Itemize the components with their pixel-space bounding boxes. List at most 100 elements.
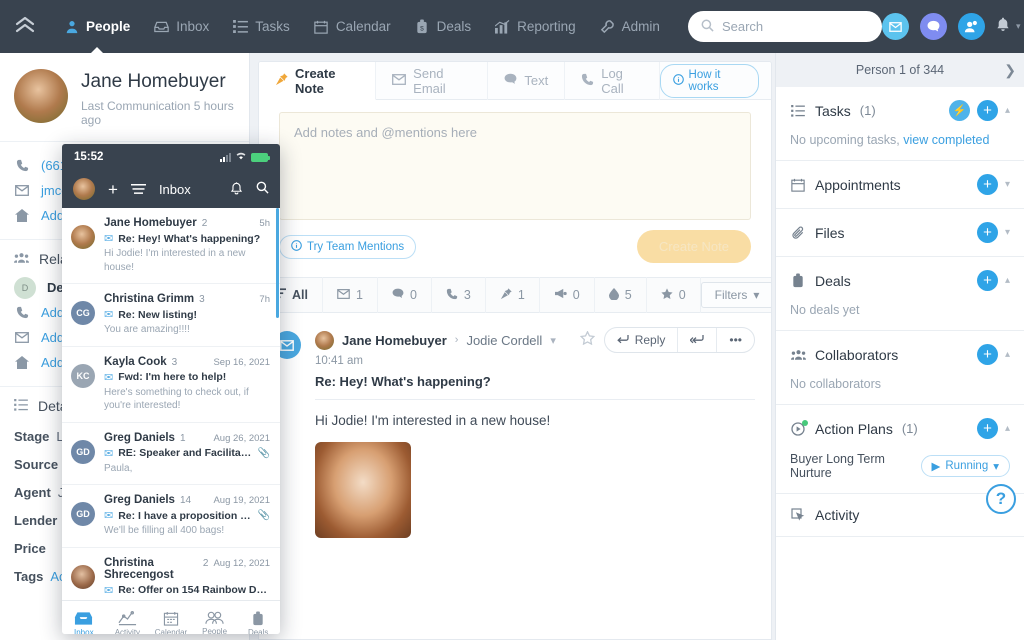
nav-item-people[interactable]: People (52, 0, 142, 53)
chevron-down-icon[interactable]: ▾ (1016, 21, 1021, 32)
scrollbar[interactable] (276, 208, 279, 318)
reply-all-button[interactable] (678, 328, 718, 352)
add-appointment-button[interactable]: + (976, 174, 998, 195)
phone-tab-deals[interactable]: Deals (236, 601, 280, 634)
nav-item-inbox[interactable]: Inbox (142, 0, 221, 53)
try-team-mentions-button[interactable]: Try Team Mentions (279, 234, 417, 259)
thread-count: 3 (199, 294, 205, 305)
search-icon[interactable] (256, 181, 269, 197)
nav-item-calendar[interactable]: Calendar (302, 0, 403, 53)
person-avatar[interactable] (14, 69, 68, 123)
activity-filter-bar: All 1 0 3 1 0 5 0 Filters ▾ (259, 277, 771, 313)
thread-count: 1 (179, 432, 186, 444)
nav-item-reporting[interactable]: Reporting (483, 0, 588, 53)
chevron-right-icon[interactable]: ❯ (1004, 62, 1016, 79)
contact-address[interactable]: Add (41, 208, 64, 223)
filter-starred[interactable]: 0 (647, 277, 701, 313)
thread-count: 3 (171, 356, 178, 368)
filters-button[interactable]: Filters ▾ (700, 282, 771, 308)
nav-label: Admin (621, 19, 660, 34)
avatar: GD (71, 502, 95, 526)
related-add-phone[interactable]: Add (41, 305, 64, 320)
avatar (71, 564, 95, 589)
tab-text[interactable]: Text (488, 62, 566, 100)
bell-icon[interactable] (996, 17, 1010, 36)
list-item[interactable]: GD Greg Daniels 1 Aug 26, 2021 ✉ RE: Spe… (62, 423, 280, 485)
drop-icon (608, 287, 619, 303)
phone-tab-calendar[interactable]: Calendar (149, 601, 193, 634)
add-action-plan-button[interactable]: + (976, 418, 998, 439)
phone-message-list[interactable]: Jane Homebuyer 2 5h ✉ Re: Hey! What's ha… (62, 208, 280, 600)
tab-log-call[interactable]: Log Call (565, 62, 660, 100)
add-file-button[interactable]: + (976, 222, 998, 243)
add-collaborator-button[interactable]: + (976, 344, 998, 365)
avatar: GD (71, 439, 95, 464)
filter-texts[interactable]: 0 (378, 277, 432, 313)
filter-emails[interactable]: 1 (323, 277, 378, 313)
related-add-email[interactable]: Add (41, 330, 64, 345)
chevrons-up-icon[interactable] (14, 15, 36, 39)
note-editor-wrap: Add notes and @mentions here (259, 100, 771, 220)
search-input[interactable]: Search (687, 11, 882, 42)
phone-tab-activity[interactable]: Activity (106, 601, 150, 634)
envelope-icon (392, 73, 407, 88)
tab-send-email[interactable]: Send Email (376, 62, 489, 100)
list-item[interactable]: Christina Shrecengost 2 Aug 12, 2021 ✉ R… (62, 548, 280, 601)
create-note-button[interactable]: Create Note (636, 230, 751, 263)
detail-label: Lender (14, 512, 58, 528)
section-appointments: Appointments + ▾ (776, 161, 1024, 209)
chat-button[interactable] (919, 13, 947, 40)
add-person-button[interactable] (957, 13, 985, 40)
bell-icon[interactable] (230, 181, 243, 198)
filter-lines-icon[interactable] (130, 182, 146, 197)
chevron-down-icon[interactable]: ▾ (1005, 227, 1010, 238)
automation-bolt-button[interactable]: ⚡ (948, 100, 970, 121)
phone-icon (581, 73, 594, 89)
add-task-button[interactable]: + (976, 100, 998, 121)
chevron-down-icon[interactable]: ▾ (550, 334, 556, 347)
email-button[interactable] (881, 13, 909, 40)
chevron-up-icon[interactable]: ▴ (1005, 349, 1010, 360)
help-button[interactable]: ? (986, 484, 1016, 514)
note-input[interactable]: Add notes and @mentions here (279, 112, 751, 220)
list-item[interactable]: GD Greg Daniels 14 Aug 19, 2021 ✉ Re: I … (62, 485, 280, 548)
list-item[interactable]: CG Christina Grimm 3 7h ✉ Re: New listin… (62, 284, 280, 347)
reply-label: Reply (634, 333, 666, 347)
plus-icon[interactable]: + (108, 181, 118, 198)
preview: Hi Jodie, Just reviewed the offer and se… (104, 599, 270, 601)
nav-item-admin[interactable]: Admin (588, 0, 672, 53)
section-buttons: + ▴ (976, 270, 1010, 291)
chevron-up-icon[interactable]: ▴ (1005, 423, 1010, 434)
nav-item-deals[interactable]: $ Deals (403, 0, 484, 53)
more-options-button[interactable]: ••• (717, 328, 754, 352)
chevron-up-icon[interactable]: ▴ (1005, 105, 1010, 116)
avatar[interactable] (73, 178, 95, 200)
related-add-address[interactable]: Add (41, 355, 64, 370)
list-item[interactable]: Jane Homebuyer 2 5h ✉ Re: Hey! What's ha… (62, 208, 280, 284)
tab-create-note[interactable]: Create Note (259, 62, 377, 100)
view-completed-link[interactable]: view completed (903, 133, 989, 147)
envelope-icon: ✉ (104, 309, 114, 321)
phone-tab-inbox[interactable]: Inbox (62, 601, 106, 634)
reply-button[interactable]: Reply (605, 328, 679, 352)
list-item-content: Christina Shrecengost 2 Aug 12, 2021 ✉ R… (104, 557, 270, 601)
filter-campaigns[interactable]: 0 (540, 277, 595, 313)
chevron-down-icon[interactable]: ▾ (1005, 179, 1010, 190)
how-it-works-button[interactable]: How it works (659, 63, 760, 98)
star-outline-icon[interactable] (579, 330, 596, 349)
filter-drips[interactable]: 5 (595, 277, 647, 313)
chevron-up-icon[interactable]: ▴ (1005, 275, 1010, 286)
people-icon (790, 349, 806, 361)
nav-item-tasks[interactable]: Tasks (221, 0, 302, 53)
reply-icon (616, 333, 629, 347)
message-header: Jane Homebuyer › Jodie Cordell ▾ Reply •… (315, 327, 755, 353)
sender-name: Christina Grimm (104, 293, 195, 305)
ellipsis-icon: ••• (729, 333, 742, 347)
phone-tab-people[interactable]: People (193, 601, 237, 634)
status-badge[interactable]: ▶ Running ▾ (920, 455, 1010, 477)
list-item[interactable]: KC Kayla Cook 3 Sep 16, 2021 ✉ Fwd: I'm … (62, 347, 280, 423)
filter-calls[interactable]: 3 (432, 277, 486, 313)
filter-notes[interactable]: 1 (486, 277, 540, 313)
add-deal-button[interactable]: + (976, 270, 998, 291)
subject: Re: I have a proposition for you... (118, 509, 252, 522)
